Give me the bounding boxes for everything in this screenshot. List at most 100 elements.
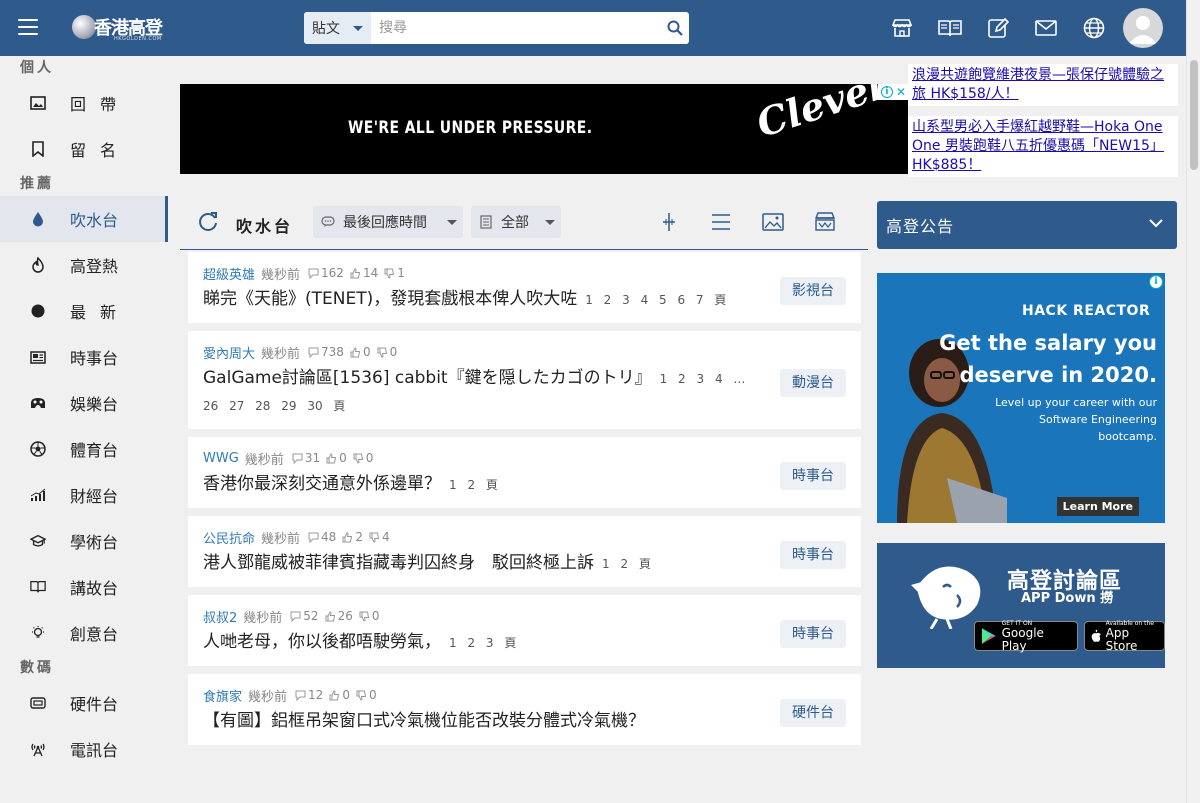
reply-count-value: 12 bbox=[308, 688, 324, 702]
filter-dropdown[interactable]: 全部 bbox=[471, 206, 561, 238]
close-icon[interactable]: ✕ bbox=[896, 85, 906, 99]
dot-icon bbox=[30, 303, 46, 319]
thread-author[interactable]: 愛內周大 bbox=[203, 343, 255, 362]
google-play-button[interactable]: GET IT ON Google Play bbox=[974, 620, 1078, 652]
chart-icon bbox=[30, 487, 46, 503]
thread-author[interactable]: 叔叔2 bbox=[203, 607, 237, 626]
menu-icon[interactable] bbox=[18, 19, 38, 35]
sidebar: 個人 回帶 留名 推薦 吹水台 高登熱 最新 時事台 娛樂台 體育台 財經台 學… bbox=[0, 56, 168, 803]
thread-card[interactable]: 超級英雄 幾秒前 162 14 1 睇完《天能》(TENET)，發現套戲根本俾人… bbox=[188, 252, 861, 323]
reply-count: 738 bbox=[308, 345, 344, 359]
thread-card[interactable]: 愛內周大 幾秒前 738 0 0 GalGame討論區[1536] cabbit… bbox=[188, 331, 861, 429]
info-icon[interactable]: i bbox=[880, 86, 893, 98]
page-scrollbar[interactable] bbox=[1186, 0, 1200, 803]
thread-author[interactable]: 食旗家 bbox=[203, 686, 242, 705]
new-post-button[interactable] bbox=[986, 16, 1010, 40]
sidebar-heading-recommended: 推薦 bbox=[20, 176, 54, 192]
thread-title[interactable]: 港人鄧龍威被菲律賓指藏毒判囚終身 駁回終極上訴 bbox=[203, 553, 594, 573]
thread-author[interactable]: WWG bbox=[203, 451, 239, 466]
avatar[interactable] bbox=[1123, 8, 1163, 48]
hardware-icon bbox=[30, 695, 46, 711]
sidebar-item-hot[interactable]: 高登熱 bbox=[0, 242, 168, 288]
hack-reactor-ad[interactable]: HACK REACTOR Get the salary you deserve i… bbox=[877, 273, 1165, 523]
dislike-count: 0 bbox=[353, 451, 373, 465]
sidebar-item-label: 硬件台 bbox=[70, 695, 119, 714]
thread-author[interactable]: 超級英雄 bbox=[203, 264, 255, 283]
picture-icon bbox=[762, 213, 784, 231]
view-store-button[interactable] bbox=[813, 210, 837, 234]
sidebar-item-finance[interactable]: 財經台 bbox=[0, 472, 168, 518]
sidebar-item-latest[interactable]: 最新 bbox=[0, 288, 168, 334]
reply-count: 31 bbox=[292, 451, 320, 465]
sidebar-item-telecom[interactable]: 電訊台 bbox=[0, 726, 168, 772]
text-ad-link[interactable]: 山系型男必入手爆紅越野鞋—Hoka One One 男裝跑鞋八五折優惠碼「NEW… bbox=[908, 116, 1178, 177]
thread-card[interactable]: 叔叔2 幾秒前 52 26 0 人哋老母，你以後都唔駛勞氣， 1 2 3 頁 時事… bbox=[188, 595, 861, 666]
learn-more-button[interactable]: Learn More bbox=[1056, 497, 1139, 516]
view-split-button[interactable] bbox=[657, 210, 681, 234]
view-list-button[interactable] bbox=[709, 210, 733, 234]
thread-board-tag[interactable]: 時事台 bbox=[780, 620, 846, 648]
announcement-toggle[interactable]: 高登公告 bbox=[877, 201, 1177, 249]
thread-title[interactable]: 【有圖】鋁框吊架窗口式冷氣機位能否改裝分體式冷氣機？ bbox=[203, 711, 645, 731]
book-icon bbox=[30, 579, 46, 595]
language-button[interactable] bbox=[1082, 16, 1106, 40]
sidebar-item-sports[interactable]: 體育台 bbox=[0, 426, 168, 472]
thread-title[interactable]: 睇完《天能》(TENET)，發現套戲根本俾人吹大咗 bbox=[203, 289, 577, 309]
sidebar-item-history[interactable]: 回帶 bbox=[0, 80, 168, 126]
ad-choices[interactable]: i ✕ bbox=[878, 84, 908, 100]
search-input[interactable] bbox=[371, 12, 661, 44]
sidebar-item-label: 體育台 bbox=[70, 441, 119, 460]
sidebar-item-hardware[interactable]: 硬件台 bbox=[0, 680, 168, 726]
thread-board-tag[interactable]: 影視台 bbox=[780, 277, 846, 305]
thread-board-tag[interactable]: 硬件台 bbox=[780, 699, 846, 727]
thread-author[interactable]: 公民抗命 bbox=[203, 528, 255, 547]
thread-card[interactable]: 公民抗命 幾秒前 48 2 4 港人鄧龍威被菲律賓指藏毒判囚終身 駁回終極上訴 1… bbox=[188, 516, 861, 587]
app-store-button[interactable]: Available on the App Store bbox=[1084, 620, 1165, 652]
search-button[interactable] bbox=[661, 12, 689, 44]
view-image-button[interactable] bbox=[761, 210, 785, 234]
thread-title[interactable]: 人哋老母，你以後都唔駛勞氣， bbox=[203, 632, 441, 652]
sidebar-item-academic[interactable]: 學術台 bbox=[0, 518, 168, 564]
document-icon bbox=[479, 215, 493, 229]
sidebar-item-stories[interactable]: 講故台 bbox=[0, 564, 168, 610]
text-ad-link[interactable]: 浪漫共遊飽覽維港夜景—張保仔號體驗之旅 HK$158/人！ bbox=[908, 64, 1178, 106]
sidebar-item-label: 吹水台 bbox=[70, 211, 119, 230]
store-icon bbox=[891, 19, 913, 37]
thread-board-tag[interactable]: 時事台 bbox=[780, 541, 846, 569]
thread-board-tag[interactable]: 時事台 bbox=[780, 462, 846, 490]
sort-dropdown[interactable]: 最後回應時間 bbox=[313, 206, 463, 238]
search-type-select[interactable]: 貼文 bbox=[304, 12, 371, 44]
announcement-label: 高登公告 bbox=[886, 217, 955, 236]
thread-card[interactable]: 食旗家 幾秒前 12 0 0 【有圖】鋁框吊架窗口式冷氣機位能否改裝分體式冷氣機… bbox=[188, 674, 861, 745]
messages-button[interactable] bbox=[1034, 16, 1058, 40]
info-icon[interactable]: i bbox=[1149, 275, 1163, 289]
thread-pages[interactable]: 1 2 3 4 5 6 7 頁 bbox=[585, 293, 726, 307]
like-count: 14 bbox=[350, 266, 378, 280]
banner-ad[interactable]: WE'RE ALL UNDER PRESSURE. Cleveland i ✕ bbox=[180, 84, 908, 174]
thread-time: 幾秒前 bbox=[243, 610, 283, 626]
logo[interactable]: 香港高登 HKGOLDEN.COM bbox=[72, 14, 163, 42]
reading-button[interactable] bbox=[938, 16, 962, 40]
thread-board-tag[interactable]: 動漫台 bbox=[780, 369, 846, 397]
scrollbar-thumb[interactable] bbox=[1190, 60, 1198, 170]
sidebar-item-current-affairs[interactable]: 時事台 bbox=[0, 334, 168, 380]
sidebar-item-label: 財經台 bbox=[70, 487, 119, 506]
top-bar: 香港高登 HKGOLDEN.COM 貼文 bbox=[0, 0, 1186, 56]
sidebar-item-chat[interactable]: 吹水台 bbox=[0, 196, 168, 242]
refresh-button[interactable] bbox=[196, 210, 220, 234]
image-icon bbox=[30, 95, 46, 111]
shop-button[interactable] bbox=[890, 16, 914, 40]
thread-pages[interactable]: 1 2 頁 bbox=[449, 478, 498, 492]
app-download-ad[interactable]: 高登討論區 APP Down 撈 GET IT ON Google Play Av… bbox=[877, 543, 1165, 668]
thread-title[interactable]: GalGame討論區[1536] cabbit『鍵を隠したカゴのトリ』 bbox=[203, 368, 652, 388]
dislike-count: 1 bbox=[384, 266, 405, 280]
sidebar-item-entertainment[interactable]: 娛樂台 bbox=[0, 380, 168, 426]
sidebar-item-label: 回帶 bbox=[70, 95, 131, 114]
bookmark-icon bbox=[30, 141, 46, 157]
thread-pages[interactable]: 1 2 3 頁 bbox=[449, 636, 516, 650]
thread-title[interactable]: 香港你最深刻交通意外係邊單？ bbox=[203, 474, 441, 494]
thread-card[interactable]: WWG 幾秒前 31 0 0 香港你最深刻交通意外係邊單？ 1 2 頁 時事台 bbox=[188, 437, 861, 508]
sidebar-item-bookmarks[interactable]: 留名 bbox=[0, 126, 168, 172]
sidebar-item-creative[interactable]: 創意台 bbox=[0, 610, 168, 656]
thread-pages[interactable]: 1 2 頁 bbox=[602, 557, 651, 571]
